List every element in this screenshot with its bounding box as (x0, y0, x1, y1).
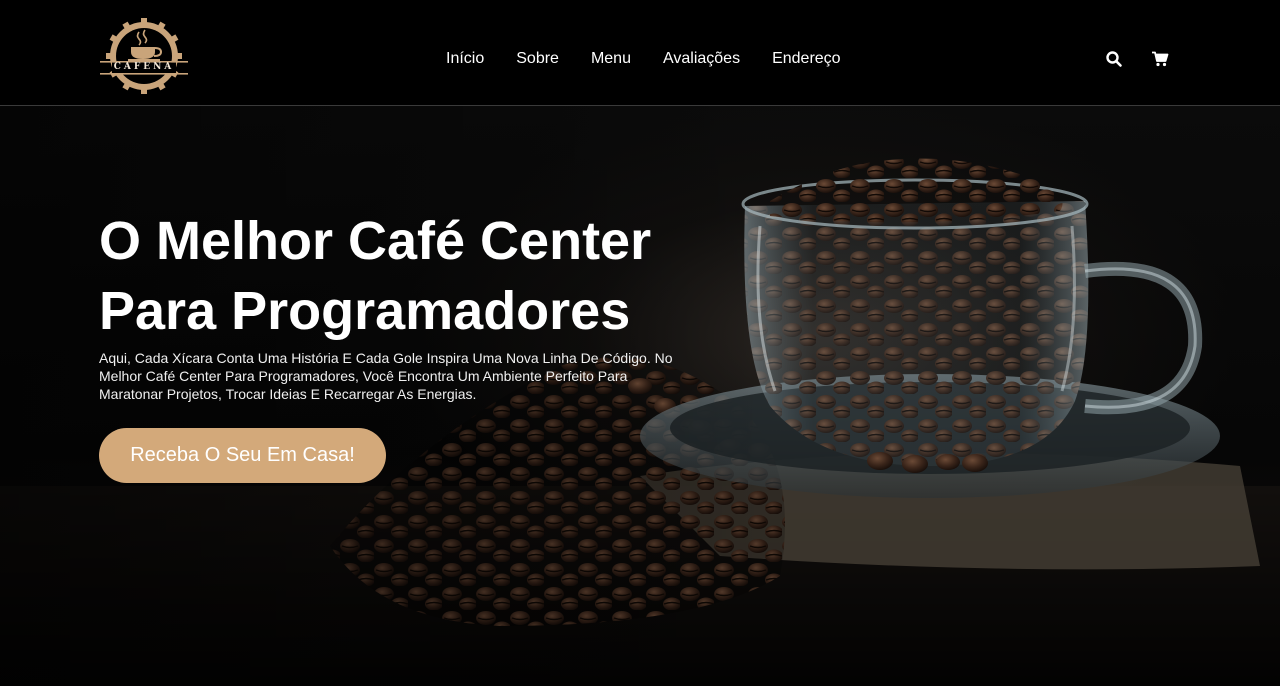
order-home-button[interactable]: Receba O Seu Em Casa! (99, 428, 386, 483)
coffee-gear-logo-icon (100, 18, 188, 94)
hero-title-line-1: O Melhor Café Center (99, 211, 652, 271)
hero-section: O Melhor Café Center Para Programadores … (0, 106, 1280, 686)
nav-link-sobre[interactable]: Sobre (516, 49, 559, 69)
nav-link-endereco[interactable]: Endereço (772, 49, 841, 69)
hero-title: O Melhor Café Center Para Programadores (99, 206, 719, 346)
cafena-logo[interactable]: CAFENA (98, 18, 190, 96)
hero-title-line-2: Para Programadores (99, 281, 631, 341)
search-icon[interactable] (1105, 50, 1123, 68)
nav-link-menu[interactable]: Menu (591, 49, 631, 69)
cart-icon[interactable] (1151, 50, 1169, 68)
hero-description: Aqui, Cada Xícara Conta Uma História E C… (99, 350, 673, 402)
nav-link-inicio[interactable]: Início (446, 49, 484, 69)
logo-text: CAFENA (113, 62, 175, 72)
site-header: CAFENA Início Sobre Menu Avaliações Ende… (0, 0, 1280, 106)
main-nav: Início Sobre Menu Avaliações Endereço (446, 49, 841, 69)
nav-link-avaliacoes[interactable]: Avaliações (663, 49, 740, 69)
